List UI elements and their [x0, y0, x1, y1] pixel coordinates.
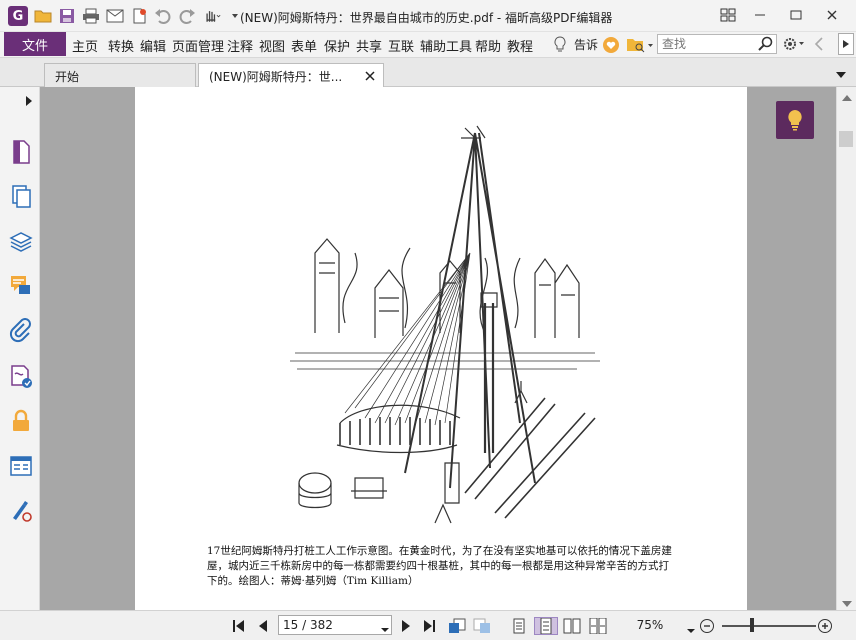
- lightbulb-hint-icon: [788, 110, 802, 131]
- scroll-up-icon[interactable]: [842, 91, 852, 105]
- document-viewport[interactable]: 17世纪阿姆斯特丹打桩工人工作示意图。在黄金时代，为了在没有坚实地基可以依托的情…: [40, 87, 836, 610]
- scroll-down-icon[interactable]: [842, 597, 852, 611]
- search-input[interactable]: [658, 35, 754, 53]
- file-menu-button[interactable]: 文件: [4, 32, 66, 56]
- tab-start[interactable]: 开始: [44, 63, 196, 87]
- previous-page-icon[interactable]: [254, 617, 272, 635]
- attachments-icon[interactable]: [8, 318, 34, 344]
- page-thumbnails-icon[interactable]: [8, 139, 34, 165]
- menu-item-share[interactable]: 共享: [356, 36, 382, 55]
- customize-qa-icon[interactable]: [230, 7, 240, 25]
- hand-tool-icon[interactable]: [203, 7, 221, 25]
- signature-icon[interactable]: [8, 363, 34, 389]
- first-page-icon[interactable]: [230, 617, 248, 635]
- maximize-button[interactable]: [782, 4, 810, 26]
- search-icon[interactable]: [758, 36, 774, 55]
- scrollbar-thumb[interactable]: [839, 131, 853, 147]
- navigation-panel: [0, 87, 45, 610]
- status-bar: 15 / 382 75%: [0, 610, 856, 640]
- menu-bar: 文件 主页 转换 编辑 页面管理 注释 视图 表单 保护 共享 互联 辅助工具 …: [0, 32, 856, 58]
- pages-icon[interactable]: [8, 183, 34, 209]
- restore-view-icon[interactable]: [714, 4, 742, 26]
- smart-hint-button[interactable]: [776, 101, 814, 139]
- window-title: (NEW)阿姆斯特丹：世界最自由城市的历史.pdf - 福昕高级PDF编辑器: [240, 11, 613, 25]
- menu-item-help[interactable]: 帮助: [475, 36, 501, 55]
- menu-item-convert[interactable]: 转换: [108, 36, 134, 55]
- pile-driving-illustration: [290, 125, 600, 524]
- zoom-dropdown-icon[interactable]: [687, 623, 695, 637]
- ribbon-scroll-right-icon[interactable]: [838, 33, 854, 55]
- tab-document[interactable]: (NEW)阿姆斯特丹：世...: [198, 63, 384, 87]
- open-folder-icon[interactable]: [34, 7, 52, 25]
- continuous-view-icon[interactable]: [534, 617, 558, 635]
- menu-item-form[interactable]: 表单: [291, 36, 317, 55]
- title-bar: G (NEW)阿姆斯特丹：世界最自由城市的历史.pdf - 福昕高级PDF编辑器: [0, 0, 856, 32]
- undo-icon[interactable]: [154, 7, 172, 25]
- document-tab-strip: 开始 (NEW)阿姆斯特丹：世...: [0, 58, 856, 87]
- security-lock-icon[interactable]: [8, 408, 34, 434]
- last-page-icon[interactable]: [420, 617, 438, 635]
- pdf-page[interactable]: 17世纪阿姆斯特丹打桩工人工作示意图。在黄金时代，为了在没有坚实地基可以依托的情…: [135, 87, 747, 610]
- figure-caption: 17世纪阿姆斯特丹打桩工人工作示意图。在黄金时代，为了在没有坚实地基可以依托的情…: [207, 545, 672, 587]
- close-tab-icon[interactable]: [365, 70, 375, 84]
- zoom-level[interactable]: 75%: [630, 618, 670, 632]
- zoom-out-icon[interactable]: [698, 617, 716, 635]
- save-icon[interactable]: [58, 7, 76, 25]
- close-button[interactable]: [818, 4, 846, 26]
- previous-view-icon[interactable]: [447, 617, 467, 635]
- menu-item-home[interactable]: 主页: [72, 36, 98, 55]
- menu-item-page-organize[interactable]: 页面管理: [172, 36, 224, 55]
- settings-gear-icon[interactable]: [782, 36, 806, 55]
- menu-item-edit[interactable]: 编辑: [140, 36, 166, 55]
- app-logo[interactable]: G: [8, 6, 28, 26]
- next-page-icon[interactable]: [398, 617, 414, 635]
- minimize-button[interactable]: [746, 4, 774, 26]
- ribbon-scroll-left-icon[interactable]: [814, 37, 824, 54]
- tab-label: 开始: [55, 70, 80, 84]
- zoom-slider-thumb[interactable]: [750, 618, 754, 632]
- new-doc-icon[interactable]: [130, 7, 148, 25]
- menu-item-tutorial[interactable]: 教程: [507, 36, 533, 55]
- feedback-heart-icon[interactable]: [602, 36, 620, 57]
- menu-item-accessibility[interactable]: 辅助工具: [420, 36, 472, 55]
- comments-icon[interactable]: [8, 273, 34, 299]
- print-icon[interactable]: [82, 7, 100, 25]
- zoom-slider-track[interactable]: [722, 625, 816, 627]
- continuous-facing-view-icon[interactable]: [588, 617, 608, 635]
- single-page-view-icon[interactable]: [510, 617, 528, 635]
- next-view-icon[interactable]: [472, 617, 492, 635]
- menu-item-protect[interactable]: 保护: [324, 36, 350, 55]
- tab-label: (NEW)阿姆斯特丹：世...: [209, 70, 343, 84]
- menu-item-view[interactable]: 视图: [259, 36, 285, 55]
- certify-icon[interactable]: [8, 498, 34, 524]
- menu-item-connect[interactable]: 互联: [388, 36, 414, 55]
- zoom-in-icon[interactable]: [816, 617, 834, 635]
- tab-list-dropdown-icon[interactable]: [836, 68, 846, 82]
- page-dropdown-icon[interactable]: [381, 622, 389, 636]
- lightbulb-icon[interactable]: [553, 36, 567, 57]
- menu-item-comment[interactable]: 注释: [227, 36, 253, 55]
- page-number-input[interactable]: 15 / 382: [278, 615, 392, 635]
- page-number-value: 15 / 382: [283, 618, 333, 632]
- redo-icon[interactable]: [178, 7, 196, 25]
- expand-panel-icon[interactable]: [26, 95, 32, 109]
- find-options-icon[interactable]: [626, 36, 654, 57]
- vertical-scrollbar[interactable]: [836, 87, 856, 610]
- form-fields-icon[interactable]: [8, 453, 34, 479]
- facing-view-icon[interactable]: [562, 617, 582, 635]
- tell-me-label[interactable]: 告诉: [574, 36, 598, 53]
- search-box[interactable]: [657, 34, 777, 54]
- email-icon[interactable]: [106, 7, 124, 25]
- layers-icon[interactable]: [8, 228, 34, 254]
